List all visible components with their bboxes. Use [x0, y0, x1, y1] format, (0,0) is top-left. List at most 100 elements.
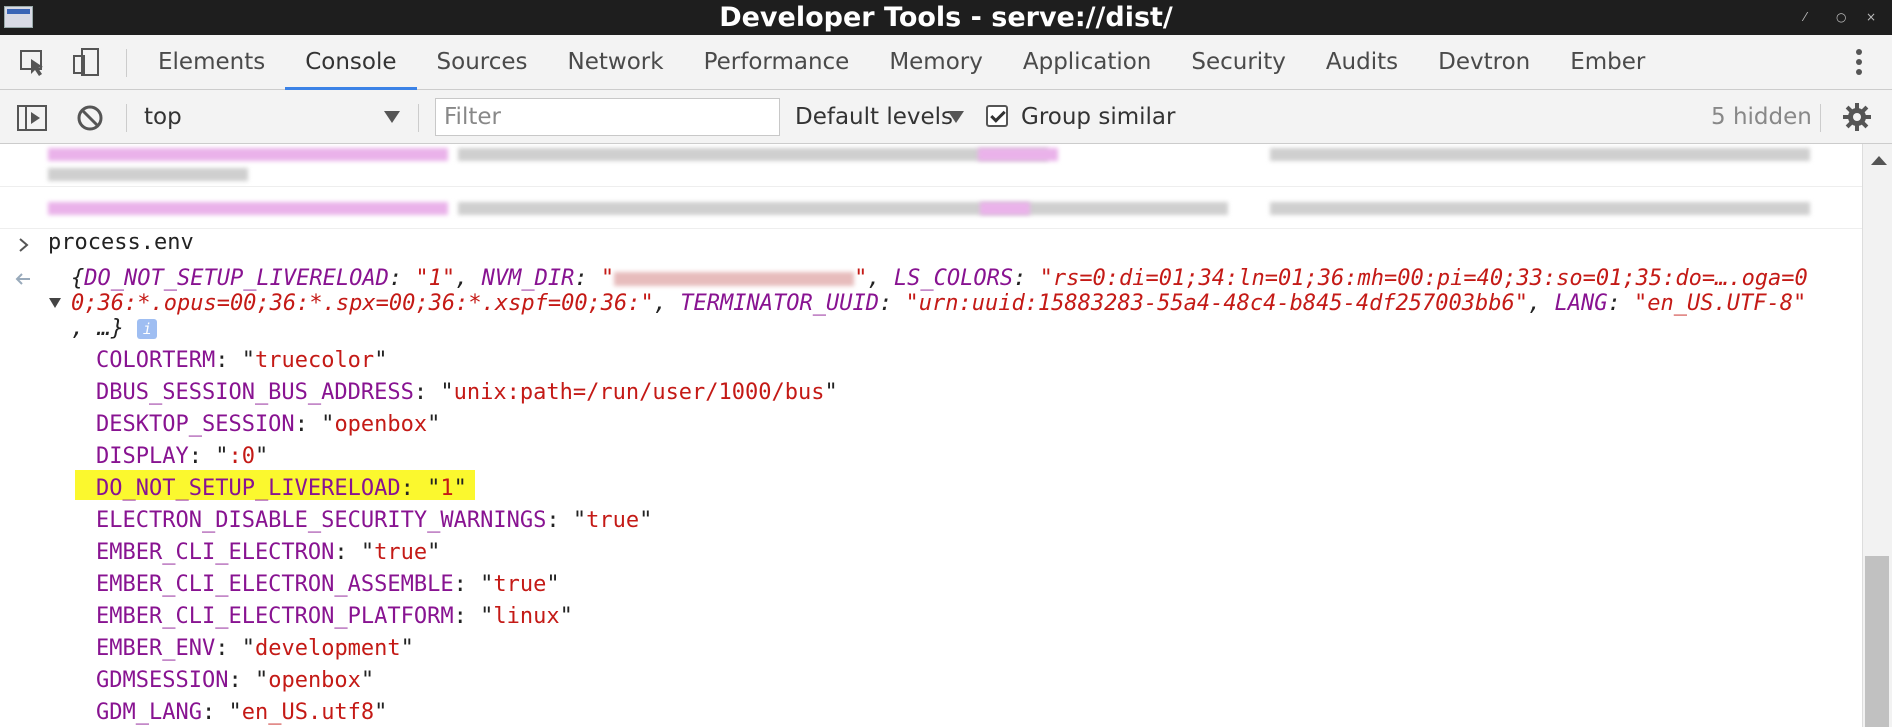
tab-memory[interactable]: Memory: [869, 35, 1003, 89]
clear-console-icon[interactable]: [76, 104, 104, 132]
property-row: ELECTRON_DISABLE_SECURITY_WARNINGS: "tru…: [96, 508, 653, 533]
property-row: EMBER_ENV: "development": [96, 636, 414, 661]
expand-toggle-icon[interactable]: [48, 297, 62, 309]
property-key: GDM_LANG: [96, 700, 202, 725]
summary-key: LS_COLORS: [893, 266, 1014, 291]
scroll-thumb[interactable]: [1865, 556, 1889, 727]
property-value: :0: [228, 444, 255, 469]
property-row: EMBER_CLI_ELECTRON: "true": [96, 540, 441, 565]
summary-value: "rs=0:di=01;34:ln=01;36:mh=00:pi=40;33:s…: [1039, 266, 1808, 291]
property-key: EMBER_CLI_ELECTRON_PLATFORM: [96, 604, 454, 629]
console-message-redacted: [0, 186, 1862, 229]
property-row: GDM_LANG: "en_US.utf8": [96, 700, 388, 725]
scroll-up-arrow-icon[interactable]: [1871, 156, 1887, 165]
tab-application[interactable]: Application: [1003, 35, 1172, 89]
property-value: linux: [493, 604, 560, 629]
tab-security[interactable]: Security: [1171, 35, 1305, 89]
summary-value: "1": [415, 266, 456, 291]
device-toolbar-icon[interactable]: [70, 47, 102, 77]
group-similar-label: Group similar: [1021, 104, 1176, 130]
info-icon[interactable]: i: [137, 319, 158, 339]
tab-elements[interactable]: Elements: [138, 35, 285, 89]
property-key: COLORTERM: [96, 348, 216, 373]
property-key: ELECTRON_DISABLE_SECURITY_WARNINGS: [96, 508, 547, 533]
property-row: GDMSESSION: "openbox": [96, 668, 375, 693]
object-summary-line-2[interactable]: 0;36:*.opus=00;36:*.spx=00;36:*.xspf=00;…: [71, 291, 1806, 316]
property-row: EMBER_CLI_ELECTRON_PLATFORM: "linux": [96, 604, 573, 629]
log-levels-select[interactable]: Default levels: [795, 90, 953, 144]
property-row: DISPLAY: ":0": [96, 444, 269, 469]
toolbar-divider: [418, 104, 419, 132]
summary-value: 0;36:*.opus=00;36:*.spx=00;36:*.xspf=00;…: [71, 291, 654, 316]
console-scrollbar[interactable]: [1862, 144, 1892, 727]
tab-network[interactable]: Network: [548, 35, 684, 89]
tab-devtron[interactable]: Devtron: [1418, 35, 1550, 89]
property-key: DBUS_SESSION_BUS_ADDRESS: [96, 380, 414, 405]
context-dropdown-icon[interactable]: [383, 110, 401, 124]
context-select-value: top: [144, 104, 182, 130]
console-toolbar: top Default levels Group similar 5 hidde…: [0, 90, 1892, 144]
property-value: true: [374, 540, 428, 565]
property-row: DBUS_SESSION_BUS_ADDRESS: "unix:path=/ru…: [96, 380, 838, 405]
toolbar-divider: [126, 49, 127, 77]
summary-key: LANG: [1554, 291, 1608, 316]
toolbar-divider: [1820, 104, 1821, 132]
tab-audits[interactable]: Audits: [1306, 35, 1418, 89]
property-value: en_US.utf8: [241, 700, 375, 725]
input-prompt-icon: [19, 238, 29, 252]
property-key: DESKTOP_SESSION: [96, 412, 295, 437]
console-output: process.env {DO_NOT_SETUP_LIVERELOAD: "1…: [0, 144, 1862, 727]
property-value: truecolor: [254, 348, 375, 373]
object-summary-line-1[interactable]: {DO_NOT_SETUP_LIVERELOAD: "1", NVM_DIR: …: [71, 266, 1808, 291]
property-row: EMBER_CLI_ELECTRON_ASSEMBLE: "true": [96, 572, 560, 597]
tab-ember[interactable]: Ember: [1550, 35, 1665, 89]
levels-dropdown-icon[interactable]: [948, 110, 964, 124]
property-row: DO_NOT_SETUP_LIVERELOAD: "1": [96, 476, 467, 501]
summary-key: NVM_DIR: [481, 266, 575, 291]
summary-value: "urn:uuid:15883283-55a4-48c4-b845-4df257…: [905, 291, 1529, 316]
devtools-tabbar: Elements Console Sources Network Performance…: [0, 35, 1892, 90]
inspect-element-icon[interactable]: [18, 47, 50, 77]
property-key: GDMSESSION: [96, 668, 229, 693]
hidden-messages-count: 5 hidden: [1711, 104, 1812, 130]
property-key: EMBER_CLI_ELECTRON: [96, 540, 335, 565]
property-value: openbox: [334, 412, 428, 437]
property-value: openbox: [268, 668, 361, 693]
summary-key: DO_NOT_SETUP_LIVERELOAD: [84, 266, 389, 291]
property-row: DESKTOP_SESSION: "openbox": [96, 412, 441, 437]
more-options-icon[interactable]: [1848, 47, 1870, 77]
property-value: true: [493, 572, 547, 597]
summary-key: TERMINATOR_UUID: [680, 291, 879, 316]
result-arrow-icon: [15, 273, 30, 285]
close-icon[interactable]: ×: [1866, 6, 1876, 28]
object-summary-line-3: , …} i: [71, 316, 158, 341]
context-select[interactable]: top: [144, 90, 182, 144]
property-key: EMBER_CLI_ELECTRON_ASSEMBLE: [96, 572, 454, 597]
log-levels-label: Default levels: [795, 104, 954, 130]
property-value: development: [254, 636, 401, 661]
console-message-redacted: [0, 144, 1862, 187]
filter-input[interactable]: [435, 98, 780, 136]
console-settings-gear-icon[interactable]: [1842, 102, 1872, 132]
console-input-command: process.env: [48, 230, 194, 255]
show-sidebar-icon[interactable]: [16, 104, 48, 132]
property-value: true: [586, 508, 640, 533]
property-key: EMBER_ENV: [96, 636, 216, 661]
group-similar-checkbox[interactable]: [986, 105, 1008, 127]
maximize-icon[interactable]: ○: [1836, 6, 1846, 28]
summary-tail: , …}: [71, 316, 124, 341]
tab-sources[interactable]: Sources: [417, 35, 548, 89]
minimize-icon[interactable]: ⁄: [1804, 6, 1806, 28]
tab-console[interactable]: Console: [285, 35, 417, 90]
summary-value: "en_US.UTF-8": [1634, 291, 1807, 316]
property-value: 1: [440, 476, 454, 501]
panel-tabs: Elements Console Sources Network Performance…: [138, 35, 1665, 90]
property-key: DO_NOT_SETUP_LIVERELOAD: [96, 476, 401, 501]
property-value: unix:path=/run/user/1000/bus: [453, 380, 825, 405]
window-titlebar: Developer Tools - serve://dist/ ⁄ ○ ×: [0, 0, 1892, 35]
property-key: DISPLAY: [96, 444, 189, 469]
property-row: COLORTERM: "truecolor": [96, 348, 388, 373]
toolbar-divider: [126, 104, 127, 132]
tab-performance[interactable]: Performance: [684, 35, 870, 89]
window-title: Developer Tools - serve://dist/: [719, 2, 1173, 33]
